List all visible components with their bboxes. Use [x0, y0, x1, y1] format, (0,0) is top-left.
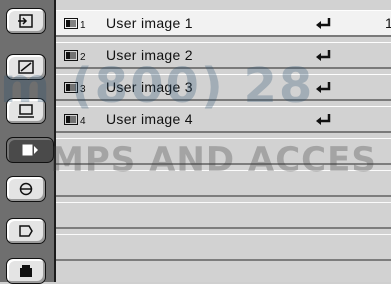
menu-item-user-image-1[interactable]: 1 User image 1 1 — [56, 10, 391, 37]
menu-item-user-image-2[interactable]: 2 User image 2 — [56, 42, 391, 69]
item-number: 4 — [80, 116, 86, 127]
user-image-button[interactable] — [6, 137, 54, 163]
image-icon — [64, 18, 78, 29]
sidebar-menu — [0, 0, 54, 284]
image-icon — [64, 50, 78, 61]
item-number: 3 — [80, 84, 86, 95]
item-label: User image 3 — [106, 79, 193, 95]
color-icon — [19, 182, 33, 196]
item-number: 1 — [80, 20, 86, 31]
color-button[interactable] — [6, 176, 46, 202]
empty-row — [56, 202, 391, 229]
enter-icon[interactable] — [315, 17, 333, 31]
empty-row — [56, 138, 391, 165]
sound-button[interactable] — [6, 218, 46, 244]
user-image-icon — [22, 144, 38, 156]
item-number: 2 — [80, 52, 86, 63]
enter-icon[interactable] — [315, 81, 333, 95]
menu-item-user-image-4[interactable]: 4 User image 4 — [56, 106, 391, 133]
item-label: User image 4 — [106, 111, 193, 127]
menu-item-user-image-3[interactable]: 3 User image 3 — [56, 74, 391, 101]
image-adjust-button[interactable] — [6, 54, 46, 80]
image-icon — [64, 82, 78, 93]
input-button[interactable] — [6, 8, 46, 34]
sound-icon — [19, 225, 33, 237]
image-adjust-icon — [18, 60, 34, 74]
empty-row — [56, 170, 391, 197]
screen-size-icon — [18, 104, 34, 118]
enter-icon[interactable] — [315, 49, 333, 63]
item-extra: 1 — [385, 15, 391, 31]
empty-row — [56, 234, 391, 261]
enter-icon[interactable] — [315, 113, 333, 127]
image-icon — [64, 114, 78, 125]
user-image-menu: 1 User image 1 1 2 User image 2 3 User i… — [54, 0, 391, 282]
settings-icon — [20, 265, 32, 277]
input-icon — [18, 14, 33, 28]
settings-button[interactable] — [6, 258, 46, 284]
item-label: User image 2 — [106, 47, 193, 63]
item-label: User image 1 — [106, 15, 193, 31]
screen-size-button[interactable] — [6, 98, 46, 124]
